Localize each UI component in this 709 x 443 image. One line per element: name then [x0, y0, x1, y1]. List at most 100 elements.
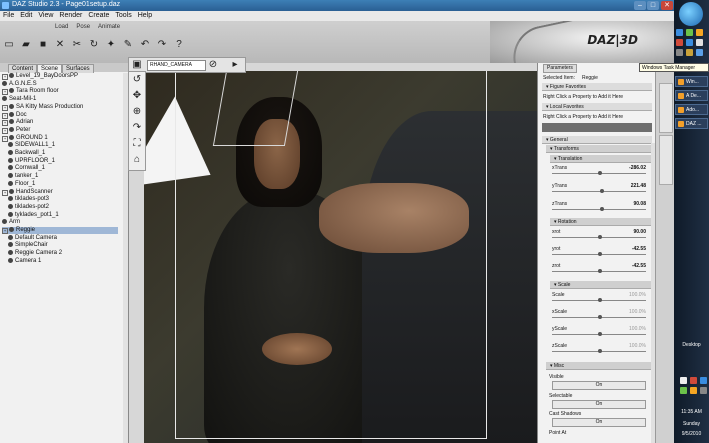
delete-icon[interactable]: ✕	[53, 37, 67, 51]
zrot-value[interactable]: -42.55	[632, 263, 646, 269]
taskbar-item[interactable]: Ado...	[675, 104, 708, 115]
3d-viewport[interactable]	[144, 71, 537, 443]
xscale-knob[interactable]	[598, 315, 602, 319]
scene-node[interactable]: Seat-Mil-1	[2, 96, 118, 103]
scene-node[interactable]: + Reggie	[2, 227, 118, 234]
tray-icon[interactable]	[680, 377, 687, 384]
zrot-knob[interactable]	[598, 269, 602, 273]
camera-select[interactable]: RHAND_CAMERA	[147, 60, 206, 71]
ytrans-dial[interactable]: yTrans 221.48	[542, 183, 652, 196]
scene-node[interactable]: + Peter	[2, 126, 118, 134]
pan-icon[interactable]: ✥	[131, 90, 143, 102]
menu-render[interactable]: Render	[59, 11, 82, 21]
play-icon[interactable]: ▸	[229, 59, 241, 71]
scene-node[interactable]: + SA Kitty Mass Production	[2, 103, 118, 111]
save-icon[interactable]: ■	[36, 37, 50, 51]
xtrans-knob[interactable]	[598, 171, 602, 175]
tray-icon[interactable]	[700, 377, 707, 384]
clock-time[interactable]: 11:35 AM	[674, 409, 709, 415]
transforms-header[interactable]: ▾ Transforms	[546, 145, 652, 153]
frame-icon[interactable]: ⛶	[131, 138, 143, 150]
zrot-dial[interactable]: zrot -42.55	[542, 263, 652, 276]
general-header[interactable]: ▾ General	[542, 136, 652, 144]
xrot-dial[interactable]: xrot 90.00	[542, 229, 652, 242]
expand-icon[interactable]: +	[2, 104, 8, 111]
quicklaunch-icon[interactable]	[696, 29, 703, 36]
menu-edit[interactable]: Edit	[20, 11, 32, 21]
tab-parameters[interactable]: Parameters	[543, 64, 577, 73]
misc-header[interactable]: ▾ Misc	[546, 362, 652, 370]
quicklaunch-icon[interactable]	[686, 39, 693, 46]
xrot-value[interactable]: 90.00	[633, 229, 646, 235]
quicklaunch-icon[interactable]	[686, 29, 693, 36]
open-folder-icon[interactable]: ▰	[19, 37, 33, 51]
help-icon[interactable]: ?	[172, 37, 186, 51]
scene-node[interactable]: tiklades-pot2	[8, 203, 118, 211]
taskbar-item[interactable]: A De...	[675, 90, 708, 101]
yscale-dial[interactable]: yScale 100.0%	[542, 326, 652, 339]
rotation-header[interactable]: ▾ Rotation	[550, 218, 652, 226]
zscale-knob[interactable]	[598, 349, 602, 353]
close-button[interactable]: ✕	[661, 1, 673, 10]
minimize-button[interactable]: –	[634, 1, 646, 10]
scene-node[interactable]: + Level_19_BayDoorsPP	[2, 73, 118, 80]
expand-icon[interactable]: +	[2, 89, 8, 96]
camera-icon[interactable]: ▣	[131, 59, 143, 71]
expand-icon[interactable]: +	[2, 228, 8, 234]
scene-node[interactable]: Arm	[2, 219, 118, 226]
refresh-icon[interactable]: ↻	[87, 37, 101, 51]
figure-favorites-header[interactable]: ▾ Figure Favorites	[542, 83, 652, 91]
new-file-icon[interactable]: ▭	[2, 37, 16, 51]
tab-content[interactable]: Content	[8, 64, 38, 73]
scene-node[interactable]: + HandScanner	[2, 188, 118, 196]
expand-icon[interactable]: +	[2, 135, 8, 142]
undo-icon[interactable]: ↶	[138, 37, 152, 51]
rotate-icon[interactable]: ↷	[131, 122, 143, 134]
edit-icon[interactable]: ✎	[121, 37, 135, 51]
visible-select[interactable]: On	[552, 381, 646, 390]
quicklaunch-icon[interactable]	[696, 49, 703, 56]
tab-pose[interactable]: Pose	[76, 24, 90, 30]
redo-icon[interactable]: ↷	[155, 37, 169, 51]
local-favorites-header[interactable]: ▾ Local Favorites	[542, 103, 652, 111]
scene-node[interactable]: A.G.N.E.S	[2, 80, 118, 88]
scene-node[interactable]: Camera 1	[8, 257, 118, 265]
xscale-value[interactable]: 100.0%	[629, 309, 646, 315]
quicklaunch-icon[interactable]	[676, 29, 683, 36]
zscale-value[interactable]: 100.0%	[629, 343, 646, 349]
side-tab-1[interactable]	[659, 83, 673, 133]
scene-node[interactable]: tyklades_pot1_1	[8, 211, 118, 219]
maximize-button[interactable]: □	[647, 1, 659, 10]
scene-node[interactable]: SIDEWALL1_1	[8, 142, 118, 149]
tab-surfaces[interactable]: Surfaces	[62, 64, 94, 73]
ztrans-value[interactable]: 90.08	[633, 201, 646, 207]
scene-node[interactable]: SimpleChair	[8, 242, 118, 249]
ytrans-value[interactable]: 221.48	[631, 183, 646, 189]
scene-node[interactable]: Backwall_1	[8, 150, 118, 157]
quicklaunch-icon[interactable]	[676, 39, 683, 46]
taskbar-item[interactable]: DAZ ...	[675, 118, 708, 129]
display-style-icon[interactable]: ⊘	[207, 59, 219, 71]
yscale-value[interactable]: 100.0%	[629, 326, 646, 332]
taskbar-item[interactable]: Win...	[675, 76, 708, 87]
expand-icon[interactable]: +	[2, 189, 8, 196]
xscale-dial[interactable]: xScale 100.0%	[542, 309, 652, 322]
ztrans-dial[interactable]: zTrans 90.08	[542, 201, 652, 214]
scale-header[interactable]: ▾ Scale	[550, 281, 652, 289]
start-button[interactable]	[679, 2, 703, 26]
scene-node[interactable]: + Adrian	[2, 119, 118, 127]
menu-help[interactable]: Help	[138, 11, 152, 21]
ytrans-knob[interactable]	[600, 189, 604, 193]
selectable-select[interactable]: On	[552, 400, 646, 409]
tray-icon[interactable]	[690, 387, 697, 394]
translation-header[interactable]: ▾ Translation	[550, 155, 652, 163]
scale-dial[interactable]: Scale 100.0%	[542, 292, 652, 305]
tray-icon[interactable]	[700, 387, 707, 394]
menu-view[interactable]: View	[38, 11, 53, 21]
menu-create[interactable]: Create	[88, 11, 109, 21]
scale-knob[interactable]	[598, 298, 602, 302]
scene-node[interactable]: + Doc	[2, 111, 118, 119]
scene-node[interactable]: Reggie Camera 2	[8, 250, 118, 257]
xtrans-value[interactable]: -286.02	[629, 165, 646, 171]
expand-icon[interactable]: +	[2, 112, 8, 119]
